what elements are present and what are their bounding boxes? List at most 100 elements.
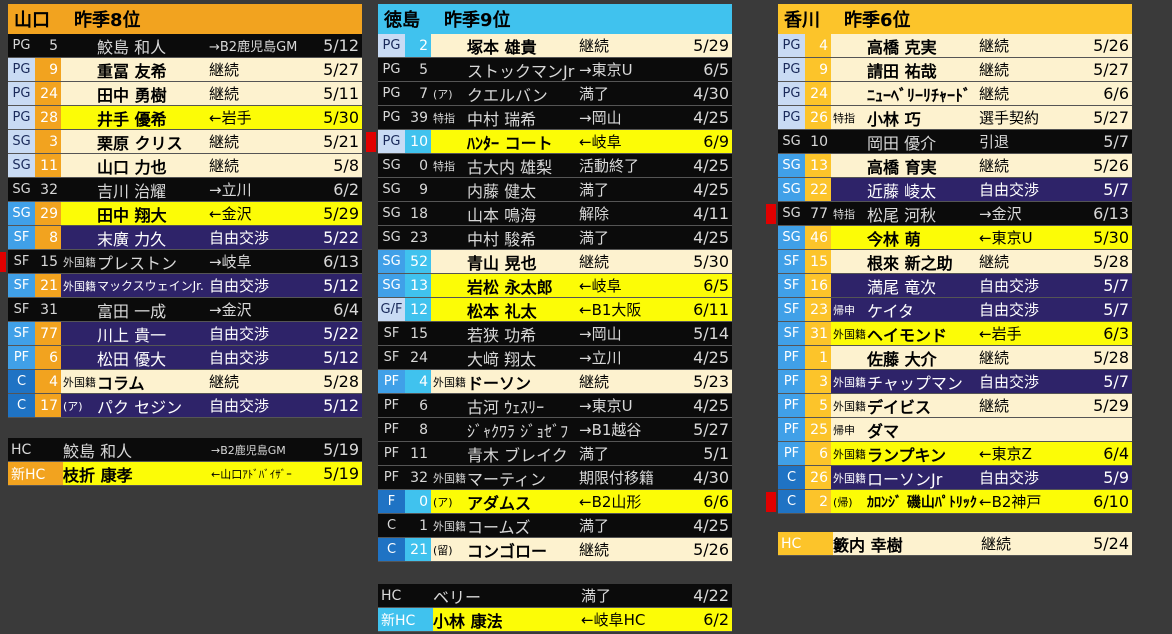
player-row[interactable]: PF 6 松田 優大 自由交渉 5/12	[8, 346, 362, 370]
player-tag	[61, 154, 97, 177]
player-row[interactable]: C 2 (帰) ｶﾛﾝｼﾞ 磯山ﾊﾟﾄﾘｯｸ ←B2神戸 6/10	[766, 490, 1132, 514]
coach-row[interactable]: HC 籔内 幸樹 継続 5/24	[778, 532, 1132, 556]
jersey-number: 15	[805, 250, 831, 273]
player-row[interactable]: PG 9 請田 祐哉 継続 5/27	[778, 58, 1132, 82]
player-row[interactable]: C 1 外国籍 コームズ 満了 4/25	[378, 514, 732, 538]
player-name: 重冨 友希	[97, 61, 167, 81]
coach-row[interactable]: 新HC 枝折 康孝 ←山口ｱﾄﾞﾊﾞｲｻﾞｰ 5/19	[8, 462, 362, 486]
player-tag: (ア)	[63, 399, 83, 413]
announce-date: 4/25	[693, 180, 729, 199]
player-row[interactable]: SF 15 外国籍 プレストン →岐阜 6/13	[0, 250, 362, 274]
player-row[interactable]: PG 28 井手 優希 ←岩手 5/30	[8, 106, 362, 130]
player-name: 富田 一成	[97, 301, 167, 321]
player-row[interactable]: PF 1 佐藤 大介 継続 5/28	[778, 346, 1132, 370]
contract-status: →岐阜	[209, 253, 252, 271]
player-row[interactable]: SG 46 今林 萌 ←東京U 5/30	[778, 226, 1132, 250]
player-name: 松尾 河秋	[867, 205, 937, 225]
player-row[interactable]: PG 7 (ア) クエルバン 満了 4/30	[378, 82, 732, 106]
player-row[interactable]: SG 22 近藤 崚太 自由交渉 5/7	[778, 178, 1132, 202]
player-row[interactable]: SF 21 外国籍 マックスウェインJr. 自由交渉 5/12	[8, 274, 362, 298]
player-row[interactable]: PF 25 帰申 ダマ	[778, 418, 1132, 442]
contract-status: 引退	[979, 133, 1010, 151]
player-row[interactable]: PF 4 外国籍 ドーソン 継続 5/23	[378, 370, 732, 394]
announce-date: 6/4	[1103, 444, 1129, 463]
player-row[interactable]: F 0 (ア) アダムス ←B2山形 6/6	[378, 490, 732, 514]
player-row[interactable]: SG 13 岩松 永太郎 ←岐阜 6/5	[378, 274, 732, 298]
player-row[interactable]: SG 0 特指 古大内 雄梨 活動終了 4/25	[378, 154, 732, 178]
player-row[interactable]: PF 11 青木 ブレイク 満了 5/1	[378, 442, 732, 466]
player-row[interactable]: SF 24 大﨑 翔太 →立川 4/25	[378, 346, 732, 370]
player-row[interactable]: PG 24 ﾆｭｰﾍﾞﾘｰﾘﾁｬｰﾄﾞ 継続 6/6	[778, 82, 1132, 106]
jersey-number: 11	[35, 154, 61, 177]
player-row[interactable]: PG 4 高橋 克実 継続 5/26	[778, 34, 1132, 58]
announce-date: 5/29	[1093, 396, 1129, 415]
player-name: 田中 翔大	[97, 205, 167, 225]
player-tag: 外国籍	[63, 375, 96, 389]
player-name: 山本 鳴海	[467, 205, 537, 225]
player-row[interactable]: PF 6 古河 ｳｪｽﾘｰ →東京U 4/25	[378, 394, 732, 418]
position-cell: PG	[778, 82, 805, 105]
player-row[interactable]: PG 9 重冨 友希 継続 5/27	[8, 58, 362, 82]
player-name: 高橋 育実	[867, 157, 937, 177]
position-cell: PF	[378, 442, 405, 465]
player-row[interactable]: G/F 12 松本 礼太 ←B1大阪 6/11	[378, 298, 732, 322]
player-row[interactable]: C 26 外国籍 ローソンJr 自由交渉 5/9	[778, 466, 1132, 490]
player-row[interactable]: SG 23 中村 駿希 満了 4/25	[378, 226, 732, 250]
player-row[interactable]: SG 9 内藤 健太 満了 4/25	[378, 178, 732, 202]
position-cell: C	[378, 514, 405, 537]
player-row[interactable]: SG 32 吉川 治耀 →立川 6/2	[8, 178, 362, 202]
player-name: ランプキン	[867, 445, 947, 465]
player-row[interactable]: SF 8 末廣 力久 自由交渉 5/22	[8, 226, 362, 250]
player-row[interactable]: PF 5 外国籍 デイビス 継続 5/29	[778, 394, 1132, 418]
player-row[interactable]: SF 23 帰申 ケイタ 自由交渉 5/7	[778, 298, 1132, 322]
player-row[interactable]: C 21 (留) コンゴロー 継続 5/26	[378, 538, 732, 562]
player-row[interactable]: SG 52 青山 晃也 継続 5/30	[378, 250, 732, 274]
position-cell: SG	[778, 226, 805, 249]
previous-season-rank: 昨季8位	[74, 10, 141, 31]
jersey-number: 28	[35, 106, 61, 129]
player-name: 井手 優希	[97, 109, 167, 129]
player-row[interactable]: PG 24 田中 勇樹 継続 5/11	[8, 82, 362, 106]
player-row[interactable]: PG 10 ﾊﾝﾀｰ コート ←岐阜 6/9	[366, 130, 732, 154]
player-row[interactable]: PG 5 ストックマンJr →東京U 6/5	[378, 58, 732, 82]
player-row[interactable]: SF 31 外国籍 ヘイモンド ←岩手 6/3	[778, 322, 1132, 346]
announce-date: 5/9	[1103, 468, 1129, 487]
contract-status: 活動終了	[579, 157, 640, 175]
position-cell: PF	[778, 394, 805, 417]
player-row[interactable]: SF 15 根來 新之助 継続 5/28	[778, 250, 1132, 274]
coach-row[interactable]: 新HC 小林 康法 ←岐阜HC 6/2	[378, 608, 732, 632]
coach-row[interactable]: HC 鮫島 和人 →B2鹿児島GM 5/19	[8, 438, 362, 462]
position-cell: C	[378, 538, 405, 561]
player-row[interactable]: SG 3 栗原 クリス 継続 5/21	[8, 130, 362, 154]
player-row[interactable]: PG 2 塚本 雄貴 継続 5/29	[378, 34, 732, 58]
player-row[interactable]: C 17 (ア) パク セジン 自由交渉 5/12	[8, 394, 362, 418]
player-row[interactable]: PF 3 外国籍 チャップマン 自由交渉 5/7	[778, 370, 1132, 394]
jersey-number: 2	[405, 34, 431, 57]
player-tag	[61, 298, 97, 321]
player-row[interactable]: SG 10 岡田 優介 引退 5/7	[778, 130, 1132, 154]
player-row[interactable]: SG 29 田中 翔大 ←金沢 5/29	[8, 202, 362, 226]
player-row[interactable]: SG 18 山本 鳴海 解除 4/11	[378, 202, 732, 226]
player-row[interactable]: SF 31 富田 一成 →金沢 6/4	[8, 298, 362, 322]
player-row[interactable]: SG 13 高橋 育実 継続 5/26	[778, 154, 1132, 178]
coach-row[interactable]: HC ベリー 満了 4/22	[378, 584, 732, 608]
announce-date: 5/14	[693, 324, 729, 343]
player-row[interactable]: C 4 外国籍 コラム 継続 5/28	[8, 370, 362, 394]
player-row[interactable]: PG 5 鮫島 和人 →B2鹿児島GM 5/12	[8, 34, 362, 58]
player-row[interactable]: PF 32 外国籍 マーティン 期限付移籍 4/30	[378, 466, 732, 490]
player-name: ｶﾛﾝｼﾞ 磯山ﾊﾟﾄﾘｯｸ	[867, 494, 977, 511]
player-row[interactable]: PG 39 特指 中村 瑞希 →岡山 4/25	[378, 106, 732, 130]
player-row[interactable]: PF 8 ｼﾞｬｸﾜﾗ ｼﾞｮｾﾞﾌ →B1越谷 5/27	[378, 418, 732, 442]
player-tag: 外国籍	[63, 255, 96, 269]
player-row[interactable]: SG 77 特指 松尾 河秋 →金沢 6/13	[766, 202, 1132, 226]
change-marker	[766, 204, 776, 224]
player-row[interactable]: SF 15 若狭 功希 →岡山 5/14	[378, 322, 732, 346]
announce-date: 6/6	[703, 492, 729, 511]
player-name: コームズ	[467, 517, 531, 537]
player-tag	[831, 226, 867, 249]
player-row[interactable]: SF 16 満尾 竜次 自由交渉 5/7	[778, 274, 1132, 298]
player-row[interactable]: SG 11 山口 力也 継続 5/8	[8, 154, 362, 178]
player-row[interactable]: PG 26 特指 小林 巧 選手契約 5/27	[778, 106, 1132, 130]
player-row[interactable]: SF 77 川上 貴一 自由交渉 5/22	[8, 322, 362, 346]
player-row[interactable]: PF 6 外国籍 ランプキン ←東京Z 6/4	[778, 442, 1132, 466]
